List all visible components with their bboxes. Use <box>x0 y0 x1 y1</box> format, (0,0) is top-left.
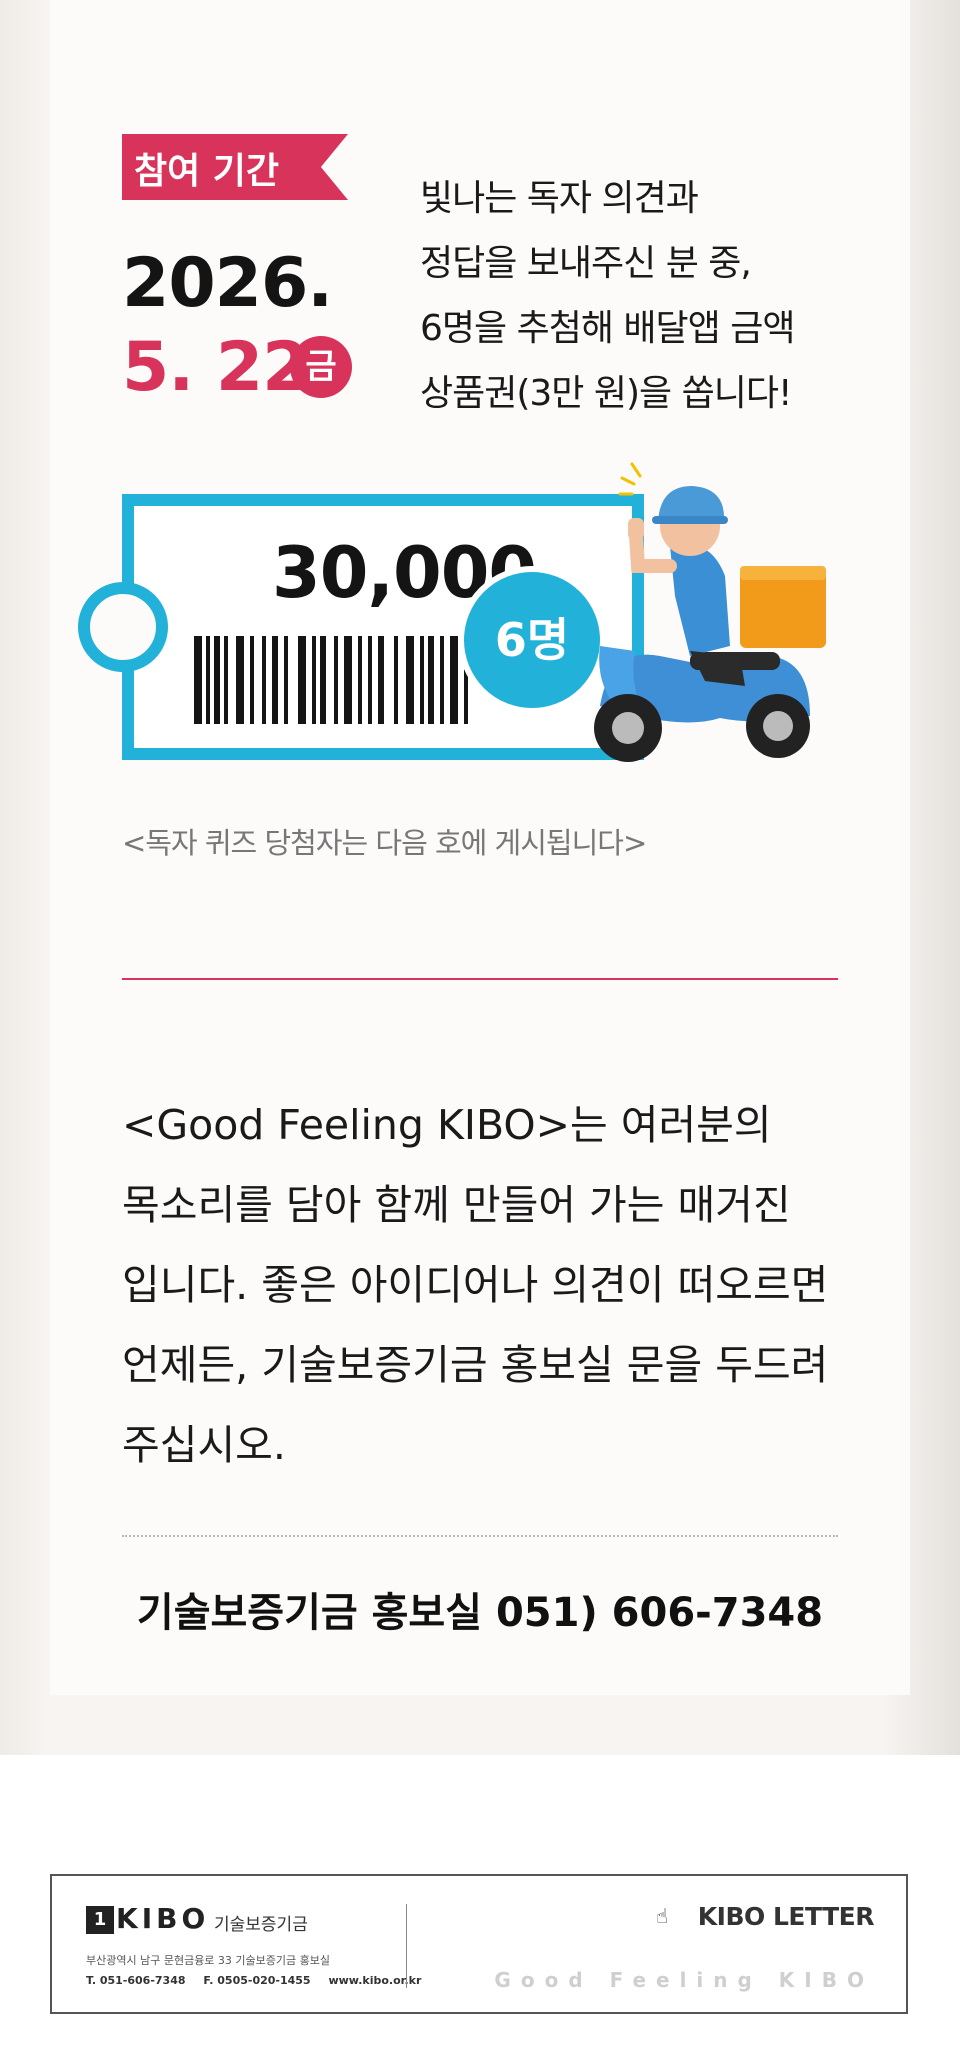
footer-contacts: T. 051-606-7348 F. 0505-020-1455 www.kib… <box>86 1974 435 1987</box>
dotted-divider <box>122 1535 838 1537</box>
event-date-year: 2026. <box>122 244 333 323</box>
winners-announcement-note: <독자 퀴즈 당첨자는 다음 호에 게시됩니다> <box>122 826 647 860</box>
magazine-intro: <Good Feeling KIBO>는 여러분의 목소리를 담아 함께 만들어… <box>122 1085 838 1485</box>
pointing-hand-icon: ☝ <box>656 1904 669 1928</box>
footer-website[interactable]: www.kibo.or.kr <box>328 1974 421 1987</box>
footer-tagline: Good Feeling KIBO <box>494 1968 874 1992</box>
footer: 1 KIBO 기술보증기금 부산광역시 남구 문현금융로 33 기술보증기금 홍… <box>50 1874 908 2014</box>
section-divider <box>122 978 838 980</box>
intro-line: 주십시오. <box>122 1421 286 1469</box>
intro-line: 언제든, 기술보증기금 홍보실 문을 두드려 <box>122 1341 829 1389</box>
footer-divider <box>406 1904 407 1988</box>
announcement-line: 정답을 보내주신 분 중, <box>420 243 752 284</box>
voucher-notch <box>78 582 168 672</box>
footer-address: 부산광역시 남구 문현금융로 33 기술보증기금 홍보실 <box>86 1954 330 1967</box>
delivery-rider-icon <box>594 462 826 762</box>
intro-line: 목소리를 담아 함께 만들어 가는 매거진 <box>122 1181 791 1229</box>
day-of-week-badge: 금 <box>290 336 352 398</box>
announcement-line: 상품권(3만 원)을 쏩니다! <box>420 373 792 414</box>
announcement-line: 6명을 추첨해 배달앱 금액 <box>420 308 795 349</box>
kibo-letter-title: KIBO LETTER <box>697 1902 875 1931</box>
footer-tel: T. 051-606-7348 <box>86 1974 186 1987</box>
pr-office-contact[interactable]: 기술보증기금 홍보실 051) 606-7348 <box>0 1580 960 1638</box>
announcement-line: 빛나는 독자 의견과 <box>420 178 699 219</box>
period-label: 참여 기간 <box>134 151 280 192</box>
kibo-logo-icon: 1 <box>86 1906 114 1934</box>
kibo-logo: KIBO <box>116 1902 210 1935</box>
intro-line: 입니다. 좋은 아이디어나 의견이 떠오르면 <box>122 1261 829 1309</box>
period-badge: 참여 기간 <box>122 134 348 200</box>
footer-fax: F. 0505-020-1455 <box>203 1974 311 1987</box>
intro-line: <Good Feeling KIBO>는 여러분의 <box>122 1101 772 1149</box>
announcement-text: 빛나는 독자 의견과 정답을 보내주신 분 중, 6명을 추첨해 배달앱 금액 … <box>420 166 860 426</box>
org-name: 기술보증기금 <box>214 1915 308 1935</box>
